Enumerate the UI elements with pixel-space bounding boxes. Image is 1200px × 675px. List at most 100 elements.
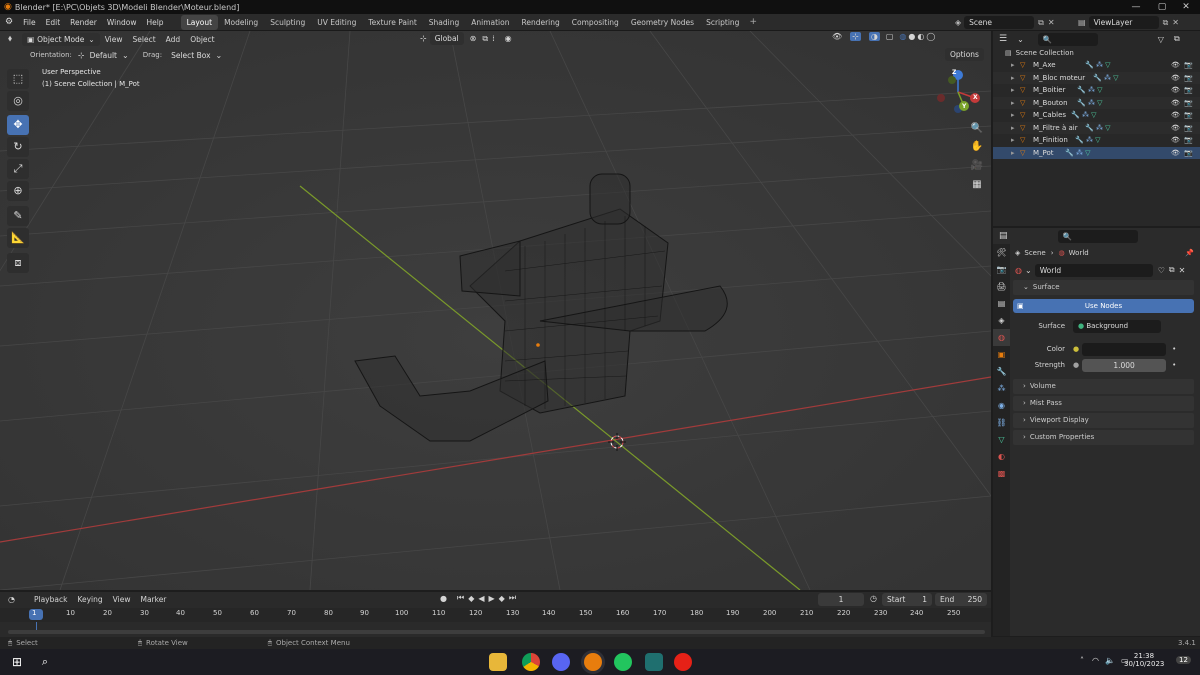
outliner-item[interactable]: ▸ ▽ M_Finition 🔧 ⁂ ▽ 👁 📷: [993, 134, 1200, 147]
surface-shader-field[interactable]: ● Background: [1073, 319, 1161, 333]
breadcrumb-world[interactable]: World: [1069, 249, 1089, 257]
view-layer-field[interactable]: ViewLayer: [1088, 16, 1159, 29]
camera-view-icon[interactable]: 🎥: [968, 157, 986, 175]
particles-tab-icon[interactable]: ⁂: [993, 380, 1010, 397]
xray-icon[interactable]: ▢: [886, 32, 894, 41]
scene-field[interactable]: Scene: [964, 16, 1035, 29]
visibility-icon[interactable]: 👁: [832, 32, 842, 41]
rendered-shading-icon[interactable]: ◯: [926, 32, 935, 41]
jump-end-icon[interactable]: ⏭: [509, 593, 516, 603]
menu-window[interactable]: Window: [102, 14, 142, 31]
delete-scene-icon[interactable]: ✕: [1048, 18, 1055, 27]
material-shading-icon[interactable]: ◐: [917, 32, 924, 41]
windows-start-icon[interactable]: ⊞: [8, 653, 26, 671]
keyframe-dot-icon[interactable]: •: [1172, 345, 1176, 353]
expand-arrow-icon[interactable]: ▸: [1011, 84, 1015, 97]
next-keyframe-icon[interactable]: ◆: [499, 594, 505, 603]
viewport-menu-object[interactable]: Object: [185, 31, 219, 48]
object-tab-icon[interactable]: ▣: [993, 346, 1010, 363]
orientation-value[interactable]: Default: [85, 49, 122, 62]
expand-arrow-icon[interactable]: ▸: [1011, 134, 1015, 147]
record-icon[interactable]: ●: [440, 594, 447, 603]
rotate-tool-icon[interactable]: ↻: [7, 137, 29, 157]
chrome-icon[interactable]: [522, 653, 540, 671]
render-camera-icon[interactable]: 📷: [1184, 134, 1193, 147]
custom-properties-panel-header[interactable]: › Custom Properties: [1013, 430, 1194, 445]
properties-editor-icon[interactable]: ▤: [999, 231, 1008, 241]
editor-type-icon[interactable]: ⬧: [0, 34, 16, 44]
mode-selector[interactable]: ▣ Object Mode ⌄: [22, 32, 100, 46]
pan-hand-icon[interactable]: ✋: [968, 138, 986, 156]
visibility-eye-icon[interactable]: 👁: [1171, 72, 1180, 85]
youtube-icon[interactable]: [674, 653, 692, 671]
render-tab-icon[interactable]: 📷: [993, 261, 1010, 278]
timeline-scrollbar[interactable]: [8, 630, 985, 634]
menu-file[interactable]: File: [18, 14, 41, 31]
timeline-menu-marker[interactable]: Marker: [135, 592, 171, 607]
notification-badge[interactable]: 12: [1176, 656, 1191, 664]
visibility-eye-icon[interactable]: 👁: [1171, 59, 1180, 72]
timeline-menu-keying[interactable]: Keying: [72, 592, 107, 607]
search-icon[interactable]: ⌕: [36, 653, 54, 671]
expand-arrow-icon[interactable]: ▸: [1011, 97, 1015, 110]
new-scene-icon[interactable]: ⧉: [1038, 18, 1044, 28]
outliner-item[interactable]: ▸ ▽ M_Bloc moteur 🔧 ⁂ ▽ 👁 📷: [993, 71, 1200, 85]
new-collection-icon[interactable]: ⧉: [1174, 34, 1180, 44]
menu-help[interactable]: Help: [141, 14, 168, 31]
unlink-icon[interactable]: ✕: [1179, 266, 1186, 275]
render-camera-icon[interactable]: 📷: [1184, 147, 1193, 160]
filter-icon[interactable]: ▽: [1158, 35, 1164, 44]
minimize-icon[interactable]: —: [1122, 0, 1150, 14]
pivot-icon[interactable]: ⊗: [470, 34, 477, 43]
3d-viewport[interactable]: Z X Y User Perspective (1) Scene Collect…: [0, 31, 991, 590]
tab-scripting[interactable]: Scripting: [700, 15, 745, 30]
annotate-tool-icon[interactable]: ✎: [7, 206, 29, 226]
modifier-tab-icon[interactable]: 🔧: [993, 363, 1010, 380]
app-teal-icon[interactable]: [645, 653, 663, 671]
constraints-tab-icon[interactable]: ⛓: [993, 414, 1010, 431]
surface-panel-header[interactable]: ⌄ Surface: [1013, 280, 1194, 295]
jump-start-icon[interactable]: ⏮: [457, 593, 464, 603]
clock[interactable]: 21:38 30/10/2023: [1124, 652, 1164, 668]
transform-space-value[interactable]: Global: [429, 32, 464, 45]
menu-render[interactable]: Render: [65, 14, 102, 31]
world-name-field[interactable]: World: [1034, 263, 1153, 277]
volume-panel-header[interactable]: › Volume: [1013, 379, 1194, 394]
tab-texture-paint[interactable]: Texture Paint: [362, 15, 422, 30]
discord-icon[interactable]: [552, 653, 570, 671]
mist-pass-panel-header[interactable]: › Mist Pass: [1013, 396, 1194, 411]
display-mode-icon[interactable]: ⌄: [1017, 35, 1024, 44]
gizmo-toggle-icon[interactable]: ⊹: [850, 32, 861, 41]
tab-geometry-nodes[interactable]: Geometry Nodes: [625, 15, 700, 30]
visibility-eye-icon[interactable]: 👁: [1171, 134, 1180, 147]
visibility-eye-icon[interactable]: 👁: [1171, 97, 1180, 110]
render-camera-icon[interactable]: 📷: [1184, 109, 1193, 122]
end-frame-field[interactable]: End 250: [935, 593, 987, 606]
outliner-item[interactable]: ▸ ▽ M_Pot 🔧 ⁂ ▽ 👁 📷: [993, 146, 1200, 160]
start-frame-field[interactable]: Start 1: [882, 593, 932, 606]
visibility-eye-icon[interactable]: 👁: [1171, 147, 1180, 160]
tab-modeling[interactable]: Modeling: [218, 15, 264, 30]
move-tool-icon[interactable]: ✥: [7, 115, 29, 135]
material-tab-icon[interactable]: ◐: [993, 448, 1010, 465]
transform-orientation[interactable]: ⊹ Global ⊗ ⧉ ⁞ ◉: [420, 32, 512, 45]
zoom-icon[interactable]: 🔍: [968, 120, 986, 138]
visibility-eye-icon[interactable]: 👁: [1171, 109, 1180, 122]
delete-view-layer-icon[interactable]: ✕: [1172, 18, 1179, 27]
wireframe-shading-icon[interactable]: ◍: [899, 32, 906, 41]
view-layer-tab-icon[interactable]: ▤: [993, 295, 1010, 312]
file-explorer-icon[interactable]: [489, 653, 507, 671]
expand-arrow-icon[interactable]: ▸: [1011, 147, 1015, 160]
visibility-eye-icon[interactable]: 👁: [1171, 84, 1180, 97]
frame-ruler[interactable]: 1 10 20 30 40 50 60 70 80 90 100 110 120…: [0, 608, 991, 622]
clock-icon[interactable]: ◷: [870, 594, 877, 603]
proportional-edit-icon[interactable]: ◉: [505, 34, 512, 43]
pin-icon[interactable]: 📌: [1185, 249, 1194, 257]
viewport-menu-select[interactable]: Select: [128, 31, 161, 48]
render-camera-icon[interactable]: 📷: [1184, 59, 1193, 72]
scale-tool-icon[interactable]: ⤢: [7, 159, 29, 179]
drag-value[interactable]: Select Box: [166, 49, 215, 62]
outliner-item[interactable]: ▸ ▽ M_Filtre à air 🔧 ⁂ ▽ 👁 📷: [993, 121, 1200, 134]
scene-collection-row[interactable]: ▤ Scene Collection: [993, 47, 1200, 59]
menu-edit[interactable]: Edit: [41, 14, 66, 31]
